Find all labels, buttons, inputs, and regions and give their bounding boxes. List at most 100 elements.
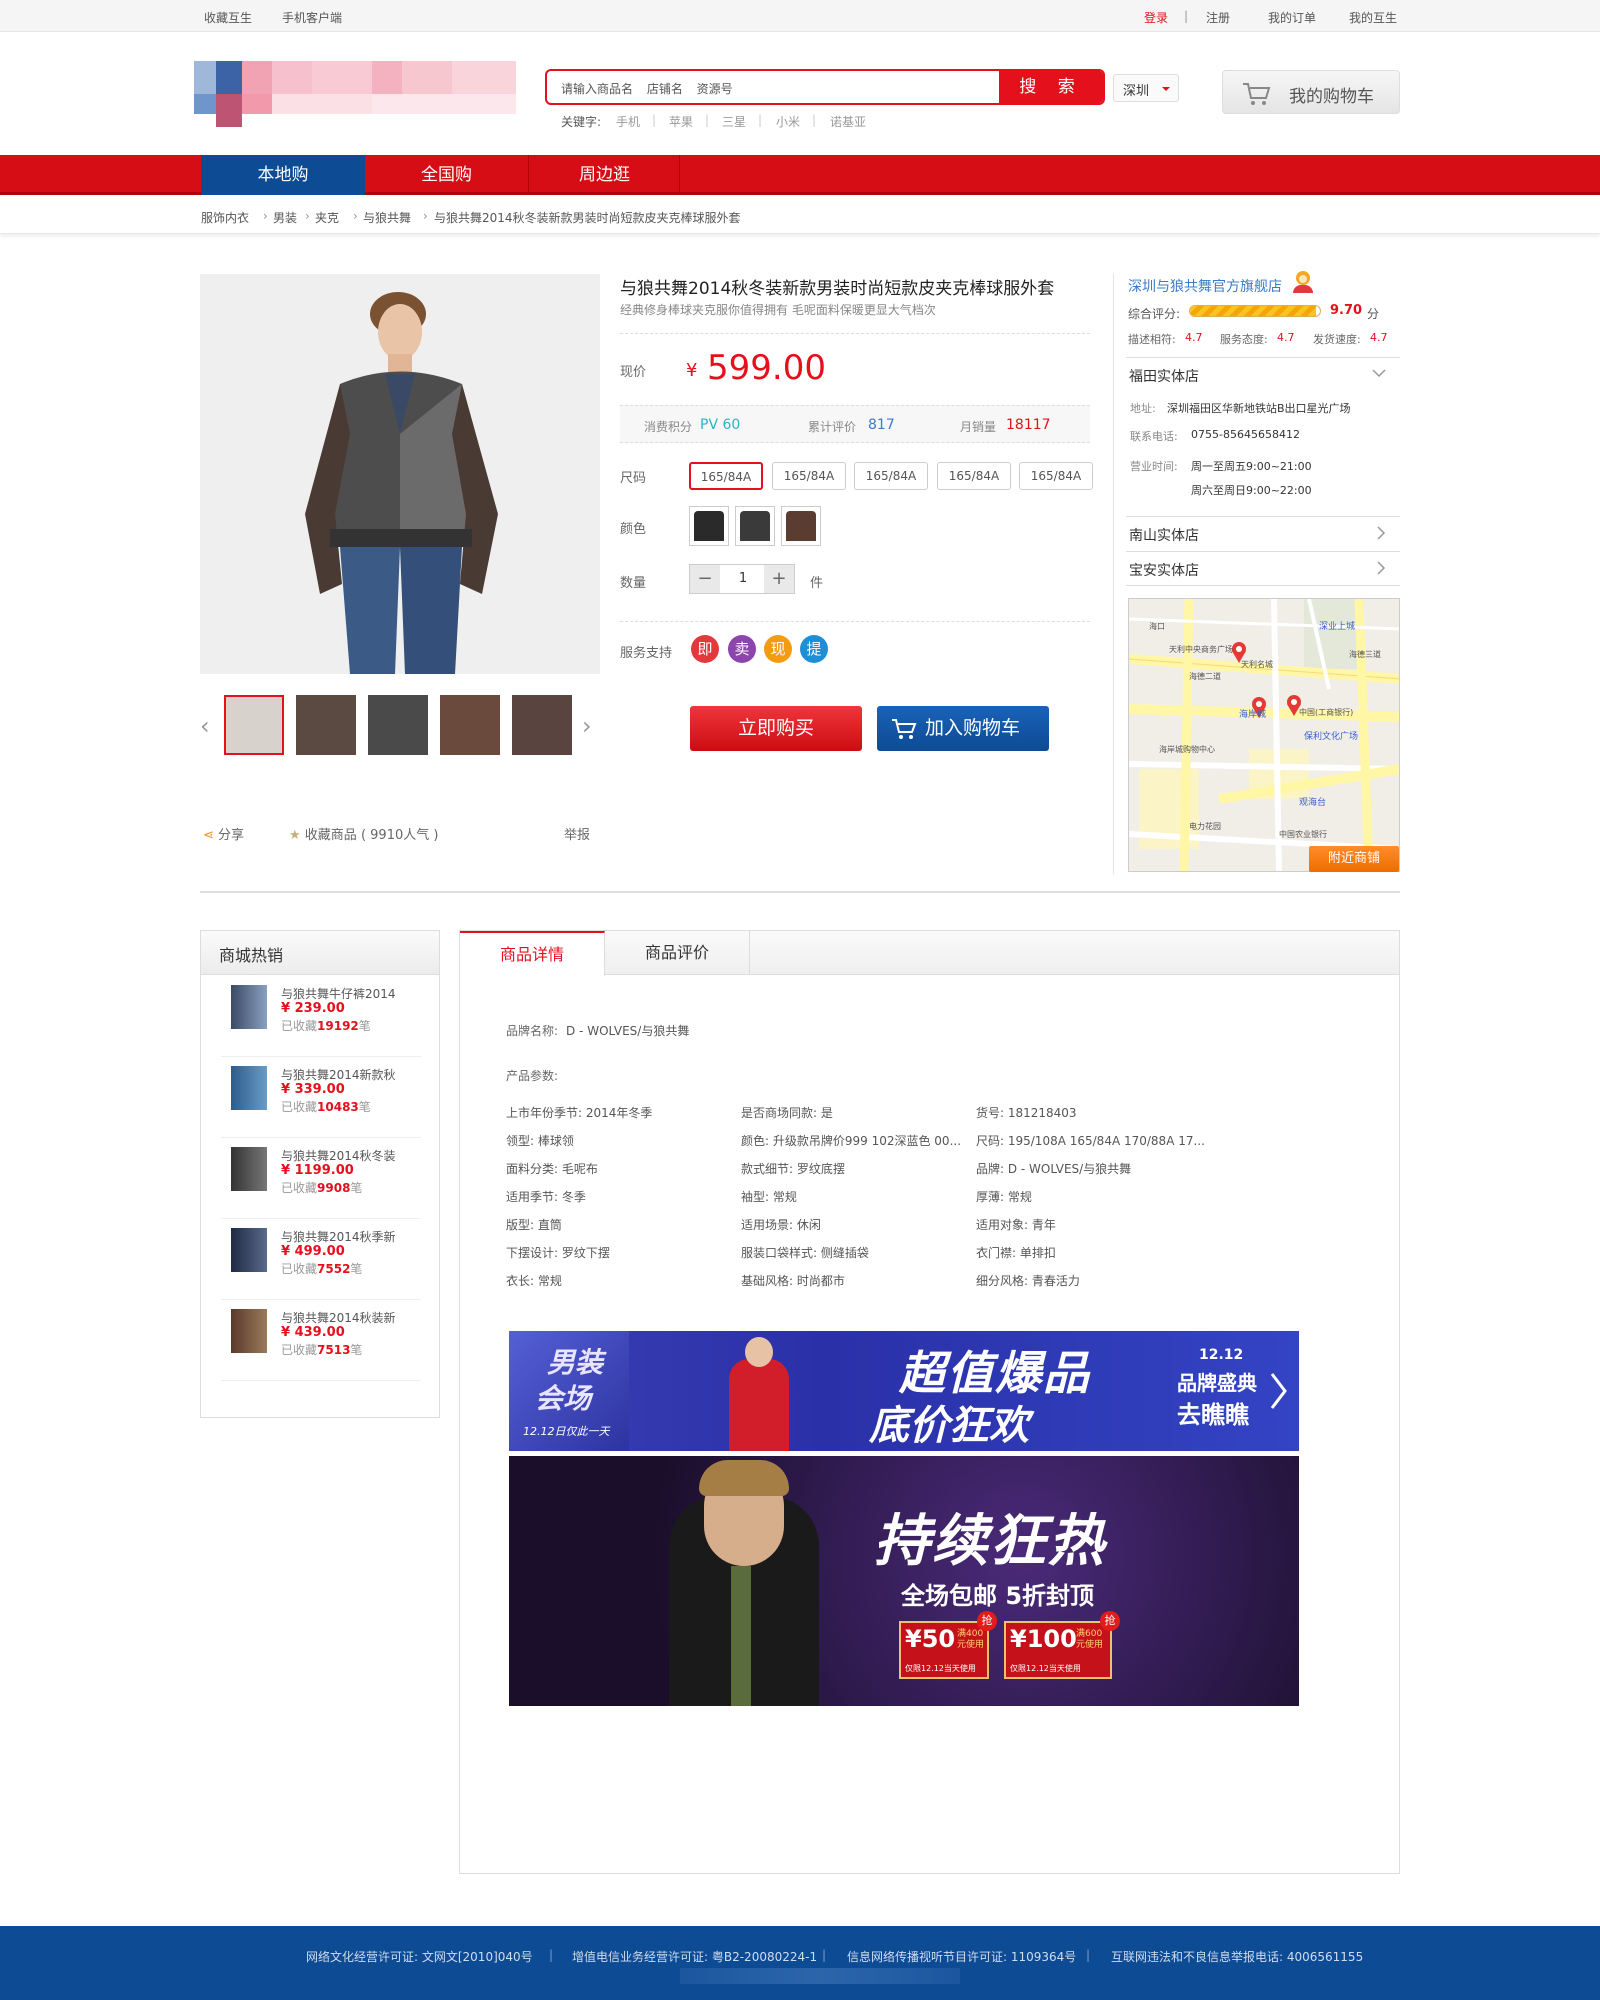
hot-item-name[interactable]: 与狼共舞2014新款秋: [281, 1066, 421, 1083]
color-swatch[interactable]: [781, 506, 821, 546]
nearby-stores-button[interactable]: 附近商铺: [1309, 846, 1399, 872]
keyword-link[interactable]: 三星: [722, 113, 746, 130]
branch-baoan[interactable]: 宝安实体店: [1126, 551, 1400, 584]
quantity-input[interactable]: 1: [720, 565, 766, 593]
product-thumbnail[interactable]: [512, 695, 572, 755]
param-item: 厚薄: 常规: [976, 1190, 1032, 1204]
keyword-link[interactable]: 苹果: [669, 113, 693, 130]
hot-item-image[interactable]: [231, 1228, 267, 1272]
param-item: 颜色: 升级款吊牌价999 102深蓝色 00...: [741, 1134, 962, 1148]
hot-item[interactable]: 与狼共舞牛仔裤2014 ¥ 239.00 已收藏19192笔: [221, 981, 421, 1057]
product-thumbnail[interactable]: [368, 695, 428, 755]
param-item: 上市年份季节: 2014年冬季: [506, 1106, 653, 1120]
brand-link[interactable]: D - WOLVES/与狼共舞: [566, 1022, 689, 1039]
hot-item-image[interactable]: [231, 985, 267, 1029]
map-illustration: [1129, 599, 1399, 871]
cart-label: 我的购物车: [1289, 87, 1374, 107]
branch-futian[interactable]: 福田实体店: [1126, 357, 1400, 390]
size-option-selected[interactable]: 165/84A: [689, 462, 763, 490]
sales-value: 18117: [1006, 417, 1051, 433]
hot-item-name[interactable]: 与狼共舞2014秋冬装: [281, 1147, 421, 1164]
hot-item-name[interactable]: 与狼共舞牛仔裤2014: [281, 985, 421, 1002]
chevron-right-icon[interactable]: ›: [582, 712, 592, 740]
reviews-value[interactable]: 817: [868, 417, 895, 433]
login-link[interactable]: 登录: [1144, 9, 1168, 26]
hot-item-image[interactable]: [231, 1066, 267, 1110]
size-option[interactable]: 165/84A: [1019, 462, 1093, 490]
search-button[interactable]: 搜 索: [999, 71, 1103, 103]
search-input[interactable]: 请输入商品名 店铺名 资源号: [561, 80, 733, 97]
hot-item[interactable]: 与狼共舞2014新款秋 ¥ 339.00 已收藏10483笔: [221, 1062, 421, 1138]
product-thumbnail[interactable]: [296, 695, 356, 755]
branch-nanshan[interactable]: 南山实体店: [1126, 516, 1400, 549]
hot-item-name[interactable]: 与狼共舞2014秋装新: [281, 1309, 421, 1326]
favorite-button[interactable]: ★ 收藏商品 ( 9910人气 ): [289, 824, 438, 843]
coupon-100[interactable]: ¥100 满600元使用 仅限12.12当天使用 抢: [1004, 1611, 1120, 1679]
my-orders-link[interactable]: 我的订单: [1268, 9, 1316, 26]
keyword-link[interactable]: 手机: [616, 113, 640, 130]
customer-service-icon[interactable]: [1293, 271, 1313, 293]
color-swatch[interactable]: [689, 506, 729, 546]
report-link[interactable]: 举报: [564, 824, 590, 843]
footer-blurred-text: [680, 1968, 960, 1984]
size-option[interactable]: 165/84A: [772, 462, 846, 490]
mobile-client-link[interactable]: 手机客户端: [282, 9, 342, 26]
promo-banner-hot[interactable]: 持续狂热 全场包邮 5折封顶 ¥50 满400元使用 仅限12.12当天使用 抢…: [509, 1456, 1299, 1706]
size-option[interactable]: 165/84A: [854, 462, 928, 490]
nav-nearby[interactable]: 周边逛: [530, 155, 680, 195]
city-select[interactable]: 深圳: [1113, 74, 1179, 102]
plus-button[interactable]: +: [764, 565, 794, 593]
tab-reviews[interactable]: 商品评价: [605, 931, 750, 975]
coupon-condition: 满600元使用: [1076, 1629, 1104, 1650]
hot-item[interactable]: 与狼共舞2014秋装新 ¥ 439.00 已收藏7513笔: [221, 1305, 421, 1381]
breadcrumb-item[interactable]: 夹克: [315, 209, 339, 226]
hot-item[interactable]: 与狼共舞2014秋冬装 ¥ 1199.00 已收藏9908笔: [221, 1143, 421, 1219]
coupon-50[interactable]: ¥50 满400元使用 仅限12.12当天使用 抢: [899, 1611, 997, 1679]
buy-now-button[interactable]: 立即购买: [690, 706, 862, 751]
banner1-left1: 男装: [547, 1346, 604, 1379]
score-label: 综合评分:: [1128, 307, 1181, 321]
site-logo[interactable]: [194, 61, 516, 127]
nav-local[interactable]: 本地购: [201, 155, 365, 195]
minus-button[interactable]: −: [690, 565, 720, 593]
ship-speed-label: 发货速度:: [1313, 333, 1361, 346]
cart-button[interactable]: 我的购物车: [1222, 70, 1400, 114]
hot-item[interactable]: 与狼共舞2014秋季新 ¥ 499.00 已收藏7552笔: [221, 1224, 421, 1300]
topbar-separator: |: [1184, 9, 1189, 23]
breadcrumb-item[interactable]: 男装: [273, 209, 297, 226]
share-button[interactable]: ⋖ 分享: [203, 824, 244, 843]
chevron-left-icon[interactable]: ‹: [200, 712, 210, 740]
keyword-link[interactable]: 诺基亚: [830, 113, 866, 130]
collect-label: 已收藏: [281, 1181, 318, 1195]
hot-item-image[interactable]: [231, 1309, 267, 1353]
tab-details[interactable]: 商品详情: [460, 931, 605, 976]
param-item: 领型: 棒球领: [506, 1134, 574, 1148]
hot-item-name[interactable]: 与狼共舞2014秋季新: [281, 1228, 421, 1245]
color-swatch[interactable]: [735, 506, 775, 546]
hot-item-price: ¥ 1199.00: [281, 1163, 354, 1178]
nav-national[interactable]: 全国购: [365, 155, 529, 195]
map-label: 海德二道: [1189, 672, 1221, 681]
ship-speed-value: 4.7: [1370, 331, 1388, 344]
register-link[interactable]: 注册: [1206, 9, 1230, 26]
product-thumbnail[interactable]: [440, 695, 500, 755]
store-map[interactable]: 海口 天利中央商务广场 天利名城 深业上城 海德三道 海岸城 中国(工商银行) …: [1128, 598, 1400, 872]
product-main-image[interactable]: [200, 274, 600, 674]
param-item: 适用对象: 青年: [976, 1218, 1056, 1232]
param-item: 尺码: 195/108A 165/84A 170/88A 17...: [976, 1134, 1205, 1148]
breadcrumb-item[interactable]: 与狼共舞: [363, 209, 411, 226]
keyword-link[interactable]: 小米: [776, 113, 800, 130]
store-name-link[interactable]: 深圳与狼共舞官方旗舰店: [1128, 276, 1282, 296]
size-option[interactable]: 165/84A: [937, 462, 1011, 490]
favorite-site-link[interactable]: 收藏互生: [204, 9, 252, 26]
coupon-condition: 满400元使用: [957, 1629, 985, 1650]
map-label: 海德三道: [1349, 650, 1381, 659]
hours-label: 营业时间:: [1130, 460, 1178, 473]
product-thumbnail[interactable]: [224, 695, 284, 755]
breadcrumb-item[interactable]: 服饰内衣: [201, 209, 249, 226]
add-to-cart-button[interactable]: 加入购物车: [877, 706, 1049, 751]
my-hs-link[interactable]: 我的互生: [1349, 9, 1397, 26]
branch-name: 福田实体店: [1129, 369, 1199, 385]
hot-item-image[interactable]: [231, 1147, 267, 1191]
promo-banner-menswear[interactable]: 男装 会场 12.12日仅此一天 超值爆品 底价狂欢 12.12 品牌盛典 去瞧…: [509, 1331, 1299, 1451]
